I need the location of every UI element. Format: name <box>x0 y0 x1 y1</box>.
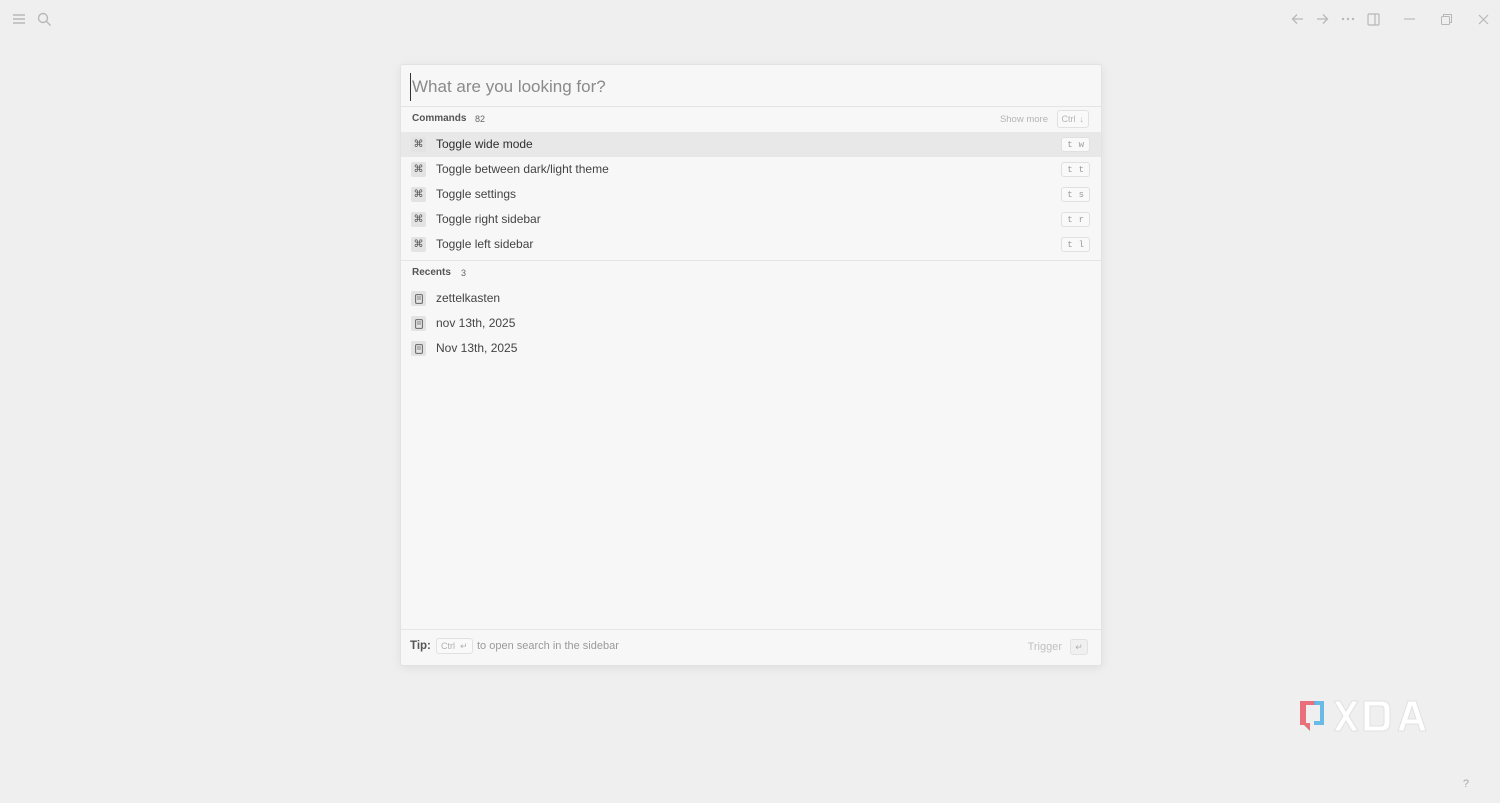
command-shortcut: tl <box>1061 237 1090 252</box>
search-icon[interactable] <box>35 10 53 28</box>
command-item-toggle-settings[interactable]: ⌘ Toggle settings ts <box>401 182 1101 207</box>
command-icon: ⌘ <box>411 212 426 227</box>
command-item-toggle-wide-mode[interactable]: ⌘ Toggle wide mode tw <box>401 132 1101 157</box>
sidebar-icon[interactable] <box>1364 10 1382 28</box>
command-item-toggle-theme[interactable]: ⌘ Toggle between dark/light theme tt <box>401 157 1101 182</box>
xda-logo <box>1294 693 1440 739</box>
dialog-footer: Tip: Ctrl ↵ to open search in the sideba… <box>401 629 1101 665</box>
more-icon[interactable] <box>1339 10 1357 28</box>
command-icon: ⌘ <box>411 137 426 152</box>
command-shortcut: ts <box>1061 187 1090 202</box>
command-label: Toggle settings <box>436 187 517 201</box>
recent-label: zettelkasten <box>436 291 501 305</box>
command-item-toggle-left-sidebar[interactable]: ⌘ Toggle left sidebar tl <box>401 232 1101 257</box>
tip-key: Ctrl <box>441 641 455 651</box>
recent-label: nov 13th, 2025 <box>436 316 516 330</box>
show-more-shortcut: Ctrl ↓ <box>1056 110 1089 128</box>
command-label: Toggle between dark/light theme <box>436 162 609 176</box>
recent-item[interactable]: Nov 13th, 2025 <box>401 336 1101 361</box>
commands-title: Commands <box>412 113 467 124</box>
command-label: Toggle wide mode <box>436 137 533 151</box>
search-dialog: Commands 82 Show more Ctrl ↓ ⌘ Toggle wi… <box>400 64 1102 666</box>
show-more-link[interactable]: Show more <box>1000 114 1048 125</box>
help-button[interactable]: ? <box>1463 778 1469 790</box>
recents-header: Recents 3 <box>401 261 1101 285</box>
arrow-down-icon: ↓ <box>1079 114 1085 124</box>
command-label: Toggle left sidebar <box>436 237 534 251</box>
recents-count: 3 <box>461 268 467 278</box>
restore-icon[interactable] <box>1437 10 1455 28</box>
command-shortcut: tr <box>1061 212 1090 227</box>
search-input[interactable] <box>410 73 1094 101</box>
menu-icon[interactable] <box>10 10 28 28</box>
command-item-toggle-right-sidebar[interactable]: ⌘ Toggle right sidebar tr <box>401 207 1101 232</box>
close-icon[interactable] <box>1474 10 1492 28</box>
commands-header: Commands 82 Show more Ctrl ↓ <box>401 107 1101 131</box>
show-more-key: Ctrl <box>1061 114 1076 124</box>
page-icon <box>411 291 426 306</box>
command-icon: ⌘ <box>411 162 426 177</box>
enter-icon: ↵ <box>460 640 468 651</box>
recent-label: Nov 13th, 2025 <box>436 341 518 355</box>
recents-title: Recents <box>412 267 451 278</box>
recent-item[interactable]: nov 13th, 2025 <box>401 311 1101 336</box>
tip-label: Tip: <box>410 640 431 652</box>
commands-count: 82 <box>475 114 486 124</box>
command-shortcut: tt <box>1061 162 1090 177</box>
tip-shortcut: Ctrl ↵ <box>436 638 473 654</box>
page-icon <box>411 316 426 331</box>
arrow-left-icon[interactable] <box>1288 10 1306 28</box>
arrow-right-icon[interactable] <box>1313 10 1331 28</box>
minimize-icon[interactable] <box>1400 10 1418 28</box>
command-icon: ⌘ <box>411 237 426 252</box>
command-label: Toggle right sidebar <box>436 212 541 226</box>
search-bar <box>401 65 1101 107</box>
recent-item[interactable]: zettelkasten <box>401 286 1101 311</box>
tip-text: to open search in the sidebar <box>477 640 619 652</box>
trigger-button[interactable]: Trigger <box>1028 641 1062 653</box>
page-icon <box>411 341 426 356</box>
command-icon: ⌘ <box>411 187 426 202</box>
command-shortcut: tw <box>1061 137 1090 152</box>
enter-icon: ↵ <box>1070 639 1088 655</box>
